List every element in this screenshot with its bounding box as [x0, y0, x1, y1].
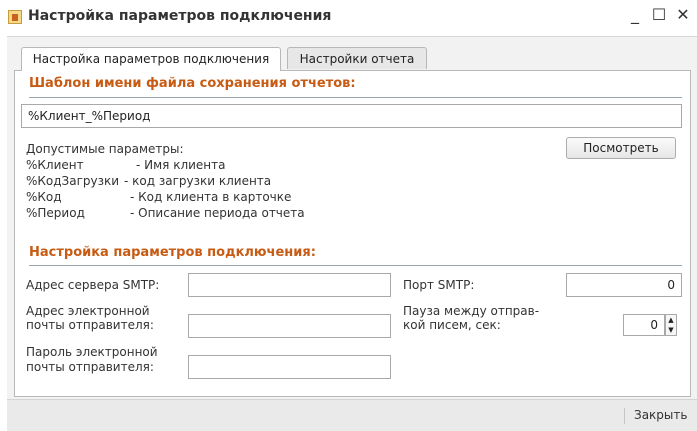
sender-email-label: Адрес электронной	[26, 304, 150, 318]
smtp-port-label: Порт SMTP:	[403, 278, 475, 292]
sender-password-input[interactable]	[188, 355, 391, 379]
window-title: Настройка параметров подключения	[28, 8, 332, 24]
param-desc: - Описание периода отчета	[130, 206, 305, 220]
sender-password-label: Пароль электронной	[26, 345, 158, 359]
spin-up-icon[interactable]: ▲	[666, 315, 676, 325]
sender-email-input[interactable]	[188, 314, 391, 338]
sender-email-label: почты отправителя:	[26, 318, 154, 332]
footer-divider	[624, 408, 625, 424]
spin-down-icon[interactable]: ▼	[666, 325, 676, 335]
close-window-button[interactable]: ✕	[672, 4, 694, 26]
pause-label: кой писем, сек:	[403, 318, 501, 332]
pause-spinner[interactable]: ▲ ▼	[665, 314, 677, 336]
footer-bar: Закрыть	[7, 399, 697, 431]
smtp-server-input[interactable]	[188, 273, 391, 297]
connection-section-title: Настройка параметров подключения:	[29, 245, 316, 260]
tab-connection-settings[interactable]: Настройка параметров подключения	[21, 47, 281, 71]
tab-report-settings[interactable]: Настройки отчета	[287, 47, 427, 69]
section-divider	[29, 97, 682, 98]
param-desc: - Имя клиента	[136, 158, 226, 172]
param-name: %КодЗагрузки	[26, 174, 120, 188]
section-divider	[29, 265, 682, 266]
close-button[interactable]: Закрыть	[634, 408, 687, 422]
maximize-button[interactable]: ☐	[648, 4, 670, 26]
params-header: Допустимые параметры:	[26, 142, 184, 156]
param-name: %Код	[26, 190, 62, 204]
param-name: %Клиент	[26, 158, 84, 172]
file-template-section-title: Шаблон имени файла сохранения отчетов:	[29, 76, 356, 91]
file-template-input[interactable]: %Клиент_%Период	[21, 104, 682, 128]
title-bar: Настройка параметров подключения _ ☐ ✕	[0, 0, 697, 32]
view-button[interactable]: Посмотреть	[566, 137, 676, 159]
pause-input[interactable]: 0	[623, 314, 665, 336]
pause-label: Пауза между отправ-	[403, 304, 540, 318]
sender-password-label: почты отправителя:	[26, 360, 154, 374]
param-desc: - код загрузки клиента	[124, 174, 272, 188]
app-icon	[8, 10, 22, 24]
smtp-port-input[interactable]: 0	[566, 273, 682, 297]
smtp-server-label: Адрес сервера SMTP:	[26, 278, 160, 292]
param-desc: - Код клиента в карточке	[130, 190, 292, 204]
minimize-button[interactable]: _	[624, 4, 646, 26]
param-name: %Период	[26, 206, 85, 220]
